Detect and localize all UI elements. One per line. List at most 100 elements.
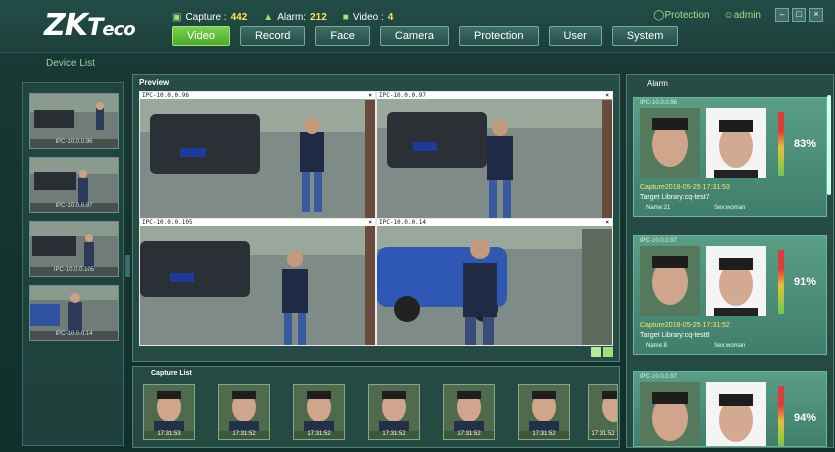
capture-item[interactable]: 17:31:52 bbox=[368, 384, 420, 440]
capture-time: 17:31:53 bbox=[144, 431, 194, 439]
captured-face-image bbox=[144, 385, 194, 431]
captured-face-image bbox=[640, 108, 700, 178]
capture-time: 17:31:52 bbox=[519, 431, 569, 439]
alarm-card[interactable]: IPC-10.0.0.97 91% Capture2018-05-25 17:3… bbox=[633, 235, 827, 355]
device-list-panel: IPC-10.0.0.96 IPC-10.0.0.97 IPC-10.0.0.1… bbox=[22, 82, 124, 446]
user-icon: ☺ bbox=[723, 9, 734, 21]
capture-time-text: Capture2018-05-25 17:31:53 bbox=[640, 184, 730, 191]
camera-icon: ▣ bbox=[172, 12, 182, 23]
close-camera-icon[interactable]: × bbox=[605, 219, 609, 226]
similarity-percent: 94% bbox=[794, 412, 817, 424]
close-camera-icon[interactable]: × bbox=[368, 219, 372, 226]
capture-item[interactable]: 17:31:53 bbox=[143, 384, 195, 440]
device-label: IPC-10.0.0.14 bbox=[30, 331, 118, 340]
capture-item[interactable]: 17:31:52 bbox=[518, 384, 570, 440]
preview-title: Preview bbox=[139, 78, 170, 87]
preview-panel: Preview IPC-10.0.0.96 × IPC-10.0.0.97 × … bbox=[132, 74, 620, 362]
capture-time: 17:31:52 bbox=[444, 431, 494, 439]
similarity-meter bbox=[778, 112, 784, 176]
video-stat: ■ Video : 4 bbox=[343, 12, 394, 23]
tab-camera[interactable]: Camera bbox=[379, 26, 449, 46]
shield-icon: ◯ bbox=[653, 9, 665, 21]
device-label: IPC-10.0.0.96 bbox=[30, 139, 118, 148]
tab-video[interactable]: Video bbox=[172, 26, 230, 46]
device-thumb-1[interactable]: IPC-10.0.0.96 bbox=[29, 93, 119, 149]
camera-title-bar: IPC-10.0.0.97 × bbox=[377, 92, 612, 99]
single-view-icon[interactable] bbox=[591, 347, 601, 357]
capture-time-text: Capture2018-05-25 17:31:52 bbox=[640, 322, 730, 329]
alarm-ip: IPC-10.0.0.97 bbox=[640, 238, 678, 244]
alarm-count: 212 bbox=[310, 12, 327, 23]
camera-view-3[interactable]: IPC-10.0.0.105 × bbox=[140, 219, 375, 345]
tab-system[interactable]: System bbox=[611, 26, 679, 46]
close-camera-icon[interactable]: × bbox=[605, 92, 609, 99]
target-library-text: Target Library:cq-test7 bbox=[640, 194, 710, 201]
tab-user[interactable]: User bbox=[548, 26, 602, 46]
grid-view-icon[interactable] bbox=[603, 347, 613, 357]
top-right-controls: ◯Protection ☺admin – □ × bbox=[653, 8, 823, 22]
device-label: IPC-10.0.0.97 bbox=[30, 203, 118, 212]
library-face-image bbox=[706, 108, 766, 178]
captured-face-image bbox=[589, 385, 617, 431]
capture-item[interactable]: 17:31:52 bbox=[443, 384, 495, 440]
library-face-image bbox=[706, 382, 766, 446]
tab-record[interactable]: Record bbox=[239, 26, 306, 46]
alarm-title: Alarm bbox=[647, 79, 668, 88]
alarm-card[interactable]: IPC-10.0.0.97 94% bbox=[633, 371, 827, 447]
camera-feed-image bbox=[377, 219, 612, 345]
similarity-meter bbox=[778, 250, 784, 314]
captured-face-image bbox=[294, 385, 344, 431]
capture-item[interactable]: 17:31:52 bbox=[588, 384, 618, 440]
main-nav: Video Record Face Camera Protection User… bbox=[172, 26, 679, 46]
alarm-label: Alarm: bbox=[277, 12, 307, 23]
camera-view-4[interactable]: IPC-10.0.0.14 × bbox=[377, 219, 612, 345]
tab-face[interactable]: Face bbox=[315, 26, 370, 46]
capture-label: Capture : bbox=[185, 12, 227, 23]
maximize-button[interactable]: □ bbox=[792, 8, 806, 22]
sex-text: Sex:woman bbox=[714, 205, 746, 211]
alarm-scrollbar[interactable] bbox=[827, 95, 831, 195]
protection-link[interactable]: ◯Protection bbox=[653, 10, 709, 21]
sex-text: Sex:woman bbox=[714, 343, 746, 349]
captured-face-image bbox=[640, 382, 700, 446]
captured-face-image bbox=[369, 385, 419, 431]
close-camera-icon[interactable]: × bbox=[368, 92, 372, 99]
capture-list-panel: Capture List 17:31:53 17:31:52 17:31:52 … bbox=[132, 366, 620, 448]
device-thumb-3[interactable]: IPC-10.0.0.105 bbox=[29, 221, 119, 277]
camera-view-1[interactable]: IPC-10.0.0.96 × bbox=[140, 92, 375, 218]
alarm-panel: Alarm IPC-10.0.0.96 83% Capture2018-05-2… bbox=[626, 74, 834, 448]
alarm-ip: IPC-10.0.0.96 bbox=[640, 100, 678, 106]
close-button[interactable]: × bbox=[809, 8, 823, 22]
tab-protection[interactable]: Protection bbox=[459, 26, 539, 46]
alarm-stat: ▲ Alarm: 212 bbox=[263, 12, 327, 23]
device-thumb-4[interactable]: IPC-10.0.0.14 bbox=[29, 285, 119, 341]
admin-link[interactable]: ☺admin bbox=[724, 10, 761, 21]
window-buttons: – □ × bbox=[775, 8, 823, 22]
capture-list-title: Capture List bbox=[151, 370, 192, 377]
capture-time: 17:31:52 bbox=[589, 431, 617, 439]
device-thumb-2[interactable]: IPC-10.0.0.97 bbox=[29, 157, 119, 213]
layout-switcher bbox=[591, 347, 613, 357]
capture-time: 17:31:52 bbox=[219, 431, 269, 439]
capture-item[interactable]: 17:31:52 bbox=[218, 384, 270, 440]
similarity-meter bbox=[778, 386, 784, 446]
camera-title-bar: IPC-10.0.0.96 × bbox=[140, 92, 375, 99]
camera-title-bar: IPC-10.0.0.105 × bbox=[140, 219, 375, 226]
video-label: Video : bbox=[352, 12, 384, 23]
alarm-card[interactable]: IPC-10.0.0.96 83% Capture2018-05-25 17:3… bbox=[633, 97, 827, 217]
name-text: Name:8 bbox=[646, 343, 668, 349]
target-library-text: Target Library:cq-test8 bbox=[640, 332, 710, 339]
camera-view-2[interactable]: IPC-10.0.0.97 × bbox=[377, 92, 612, 218]
collapse-handle[interactable] bbox=[125, 255, 130, 277]
stats-bar: ▣ Capture : 442 ▲ Alarm: 212 ■ Video : 4 bbox=[172, 12, 393, 23]
capture-item[interactable]: 17:31:52 bbox=[293, 384, 345, 440]
minimize-button[interactable]: – bbox=[775, 8, 789, 22]
library-face-image bbox=[706, 246, 766, 316]
app-window: ZKTeco ▣ Capture : 442 ▲ Alarm: 212 ■ Vi… bbox=[0, 0, 835, 452]
device-list-title: Device List bbox=[46, 58, 95, 69]
camera-feed-image bbox=[140, 92, 375, 218]
captured-face-image bbox=[219, 385, 269, 431]
zkteco-logo: ZKTeco bbox=[44, 8, 136, 43]
camera-grid: IPC-10.0.0.96 × IPC-10.0.0.97 × IPC-10.0… bbox=[139, 91, 613, 346]
capture-count: 442 bbox=[230, 12, 248, 23]
